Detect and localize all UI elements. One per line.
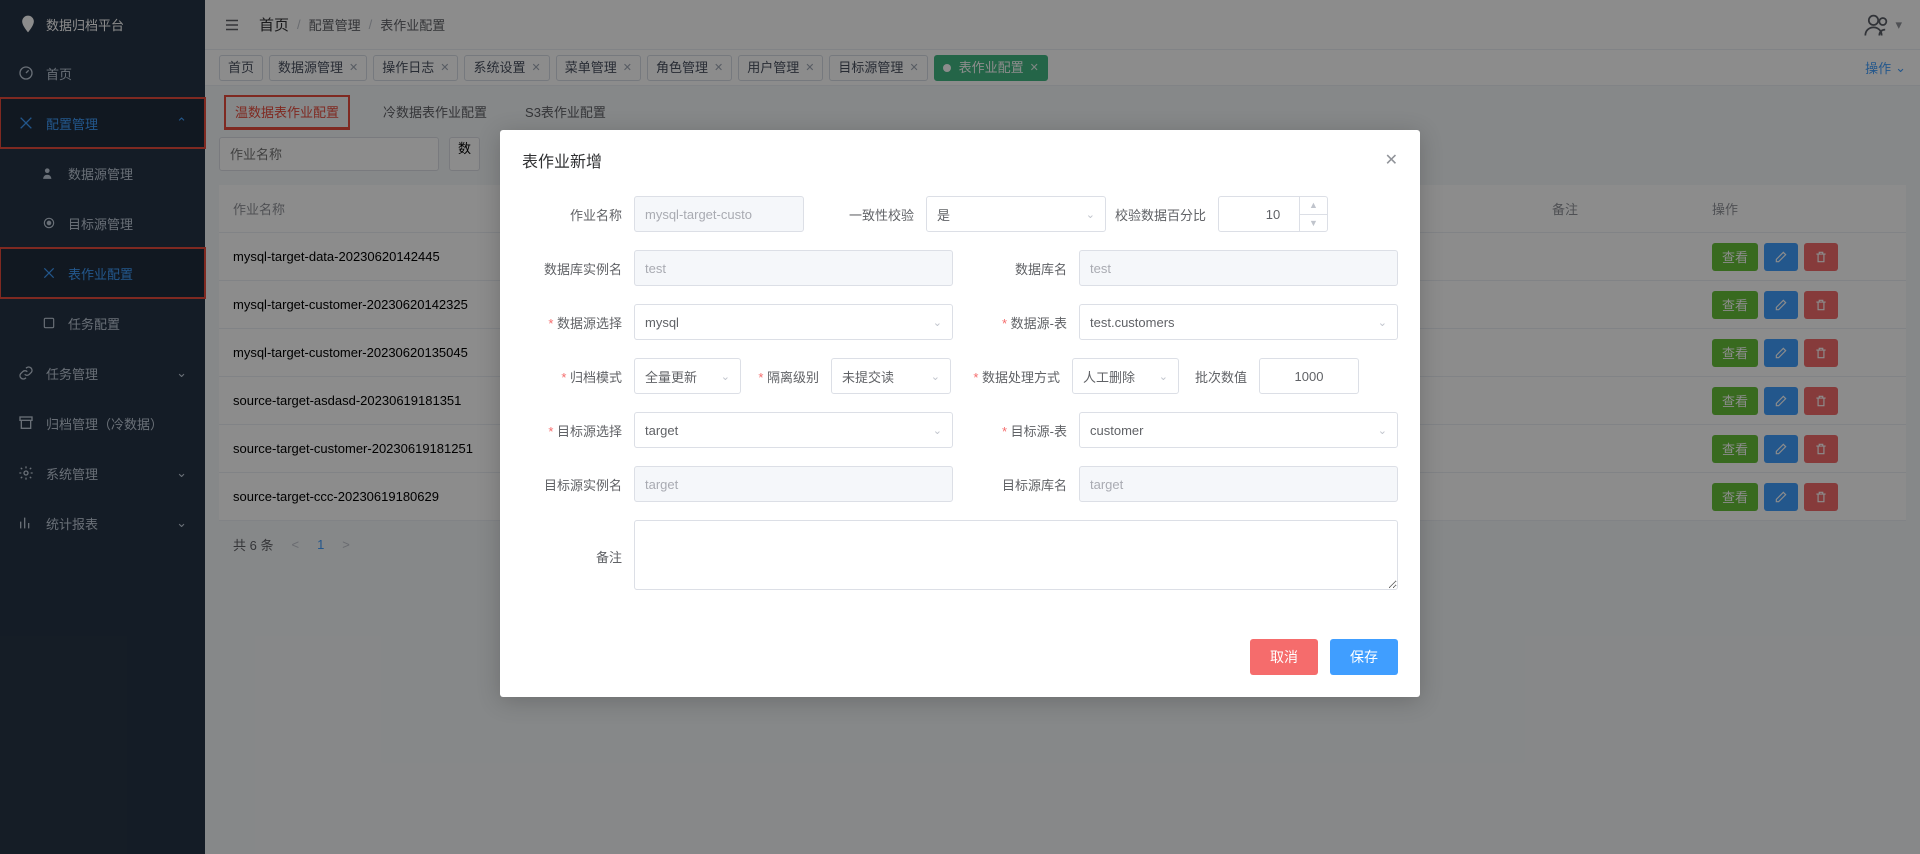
proc-mode-select[interactable]: 人工删除⌄ <box>1072 358 1179 394</box>
check-pct-stepper[interactable]: 10▲▼ <box>1218 196 1328 232</box>
remark-textarea[interactable] <box>634 520 1398 590</box>
tgt-table-select[interactable]: customer⌄ <box>1079 412 1398 448</box>
step-down-icon[interactable]: ▼ <box>1300 215 1327 232</box>
chevron-down-icon: ⌄ <box>933 424 942 437</box>
batch-size-field[interactable] <box>1259 358 1359 394</box>
label-job-name: 作业名称 <box>522 205 634 224</box>
label-tgt-table: 目标源-表 <box>967 421 1079 440</box>
label-tgt-select: 目标源选择 <box>522 421 634 440</box>
chevron-down-icon: ⌄ <box>1086 208 1095 221</box>
ds-select[interactable]: mysql⌄ <box>634 304 953 340</box>
db-name-field <box>1079 250 1398 286</box>
label-tgt-instance: 目标源实例名 <box>522 475 634 494</box>
label-iso-level: 隔离级别 <box>741 367 831 386</box>
label-check-pct: 校验数据百分比 <box>1106 205 1218 224</box>
cancel-button[interactable]: 取消 <box>1250 639 1318 675</box>
ds-instance-field <box>634 250 953 286</box>
chevron-down-icon: ⌄ <box>721 370 730 383</box>
label-remark: 备注 <box>522 547 634 566</box>
label-ds-table: 数据源-表 <box>967 313 1079 332</box>
tgt-db-field <box>1079 466 1398 502</box>
chevron-down-icon: ⌄ <box>933 316 942 329</box>
label-tgt-db: 目标源库名 <box>967 475 1079 494</box>
chevron-down-icon: ⌄ <box>931 370 940 383</box>
archive-mode-select[interactable]: 全量更新⌄ <box>634 358 741 394</box>
step-up-icon[interactable]: ▲ <box>1300 197 1327 215</box>
label-proc-mode: 数据处理方式 <box>960 367 1072 386</box>
ds-table-select[interactable]: test.customers⌄ <box>1079 304 1398 340</box>
modal-title: 表作业新增 <box>522 148 602 172</box>
label-ds-instance: 数据库实例名 <box>522 259 634 278</box>
tgt-instance-field <box>634 466 953 502</box>
job-name-field <box>634 196 804 232</box>
label-archive-mode: 归档模式 <box>522 367 634 386</box>
close-icon[interactable]: ✕ <box>1385 150 1398 170</box>
label-consistency: 一致性校验 <box>814 205 926 224</box>
iso-level-select[interactable]: 未提交读⌄ <box>831 358 951 394</box>
modal-add-tablejob: 表作业新增 ✕ 作业名称 一致性校验 是⌄ 校验数据百分比 10▲▼ 数据库实例… <box>500 130 1420 697</box>
save-button[interactable]: 保存 <box>1330 639 1398 675</box>
consistency-select[interactable]: 是⌄ <box>926 196 1106 232</box>
chevron-down-icon: ⌄ <box>1159 370 1168 383</box>
label-batch-size: 批次数值 <box>1179 367 1259 386</box>
chevron-down-icon: ⌄ <box>1378 316 1387 329</box>
label-ds-select: 数据源选择 <box>522 313 634 332</box>
label-db-name: 数据库名 <box>967 259 1079 278</box>
chevron-down-icon: ⌄ <box>1378 424 1387 437</box>
tgt-select[interactable]: target⌄ <box>634 412 953 448</box>
